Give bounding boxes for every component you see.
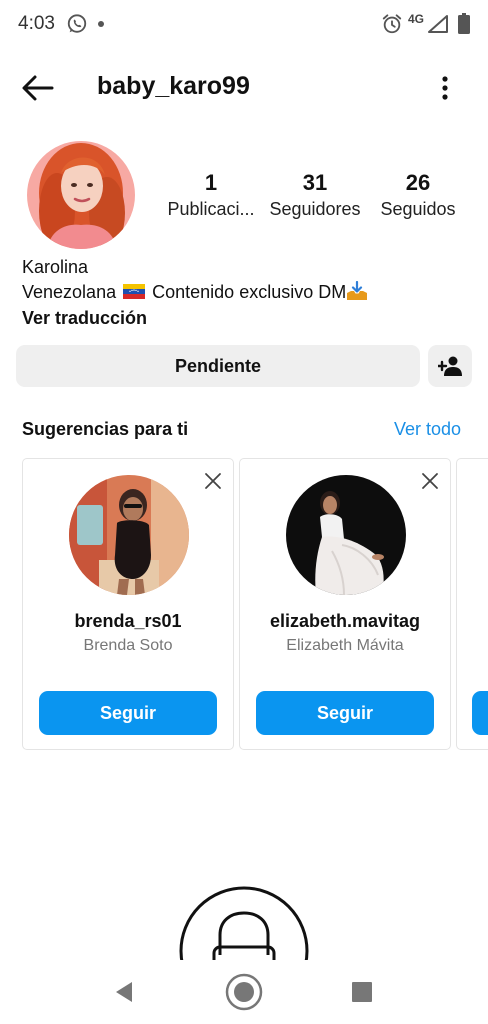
suggestion-name: Brenda Soto (83, 637, 173, 654)
suggestion-card-partial[interactable] (456, 458, 488, 750)
suggestion-card[interactable]: elizabeth.mavitag Elizabeth Mávita Segui… (239, 458, 451, 750)
inbox-tray-icon (347, 281, 368, 300)
stat-following[interactable]: 26 Seguidos (372, 170, 464, 222)
profile-display-name: Karolina (22, 257, 89, 277)
stat-following-count: 26 (405, 170, 431, 195)
pending-button[interactable]: Pendiente (16, 345, 420, 387)
add-user-icon (438, 356, 462, 376)
venezuela-flag-icon (123, 284, 146, 299)
status-bar: 4:03 4G (0, 0, 488, 50)
bio-text: Venezolana Contenido exclusivo DM (22, 279, 462, 305)
stat-posts[interactable]: 1 Publicaci... (160, 170, 262, 222)
stat-posts-label: Publicaci... (167, 199, 255, 219)
system-nav-bar (0, 960, 488, 1024)
profile-avatar[interactable] (27, 141, 135, 249)
stat-followers[interactable]: 31 Seguidores (264, 170, 366, 222)
suggestion-username[interactable]: brenda_rs01 (23, 611, 233, 632)
suggestion-username[interactable]: elizabeth.mavitag (240, 611, 450, 632)
bio-text-start: Venezolana (22, 282, 117, 302)
close-icon[interactable] (203, 471, 223, 491)
whatsapp-icon (67, 14, 87, 33)
follow-button-partial[interactable] (472, 691, 488, 735)
nav-recents-icon[interactable] (352, 982, 372, 1002)
nav-home-icon[interactable] (224, 972, 264, 1012)
alarm-icon (382, 14, 402, 34)
translate-link[interactable]: Ver traducción (22, 305, 462, 331)
stat-following-label: Seguidos (380, 199, 456, 219)
close-icon[interactable] (420, 471, 440, 491)
bio-text-end: Contenido exclusivo DM (152, 282, 347, 302)
signal-icon (428, 15, 448, 33)
network-type: 4G (408, 12, 425, 26)
status-time: 4:03 (18, 13, 55, 34)
suggestion-card[interactable]: brenda_rs01 Brenda Soto Seguir (22, 458, 234, 750)
lock-icon (178, 885, 310, 965)
suggestion-avatar[interactable] (69, 475, 189, 595)
more-vertical-icon[interactable] (430, 72, 460, 104)
profile-header: baby_karo99 (0, 60, 488, 116)
stat-posts-count: 1 (204, 170, 218, 195)
arrow-left-icon[interactable] (18, 72, 58, 104)
follow-button[interactable]: Seguir (256, 691, 434, 735)
profile-username: baby_karo99 (97, 72, 250, 100)
stat-followers-label: Seguidores (269, 199, 361, 219)
battery-icon (458, 13, 470, 34)
stat-followers-count: 31 (302, 170, 328, 195)
nav-back-icon[interactable] (112, 980, 136, 1004)
add-user-button[interactable] (428, 345, 472, 387)
follow-button[interactable]: Seguir (39, 691, 217, 735)
suggestion-avatar[interactable] (286, 475, 406, 595)
suggestions-title: Sugerencias para ti (22, 419, 189, 439)
suggestion-name: Elizabeth Mávita (286, 637, 404, 654)
notification-dot (98, 21, 104, 27)
profile-bio: Karolina Venezolana Contenido exclusivo … (22, 255, 462, 331)
see-all-link[interactable]: Ver todo (394, 419, 461, 440)
